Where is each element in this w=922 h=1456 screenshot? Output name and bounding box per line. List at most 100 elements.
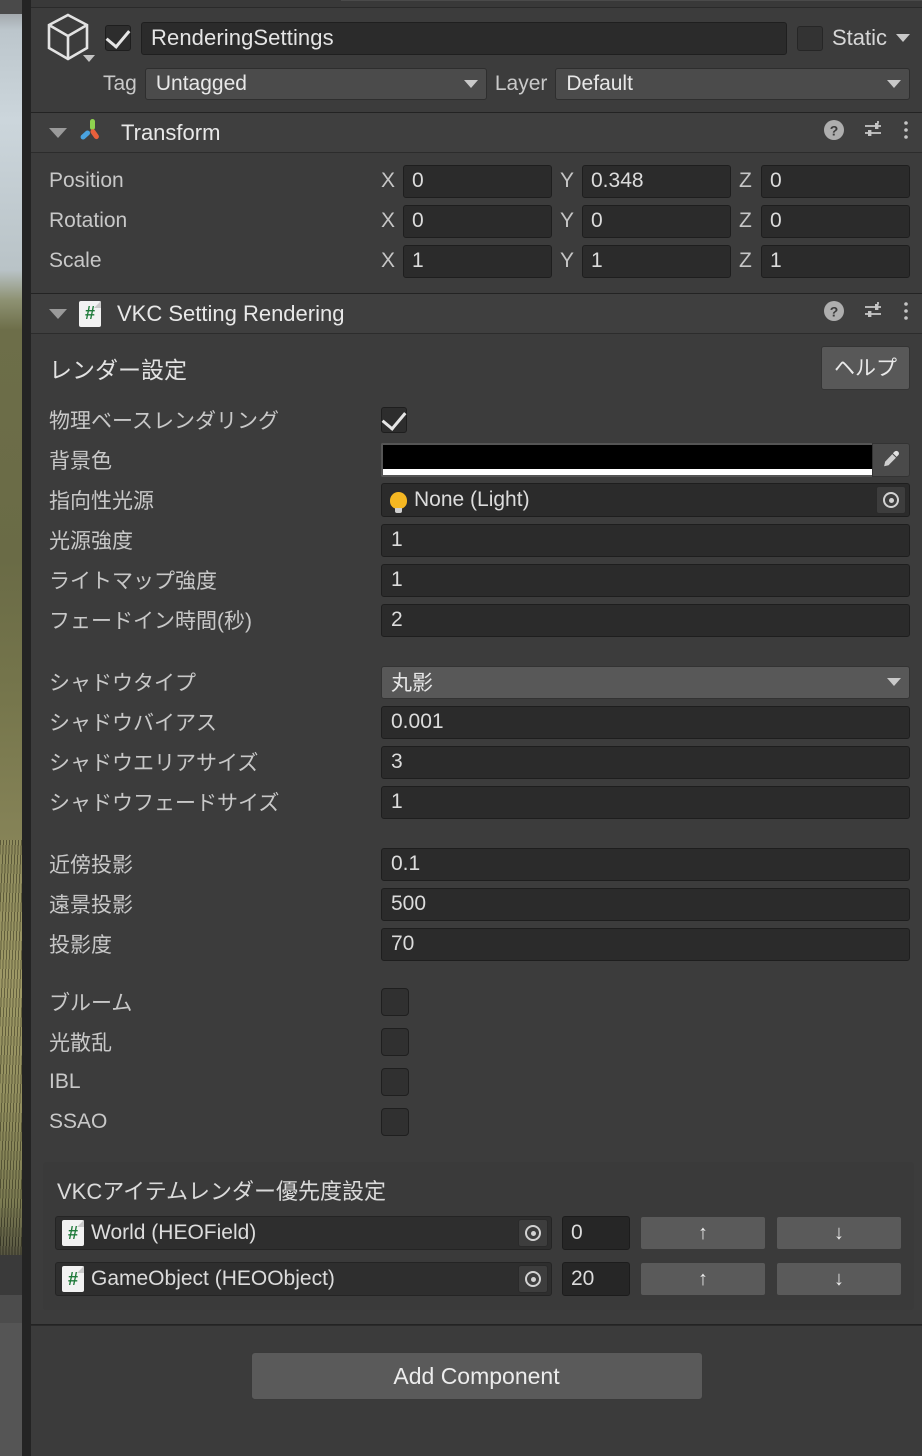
foldout-triangle-icon[interactable] xyxy=(49,128,67,138)
gameobject-header: RenderingSettings Static Tag Untagged La… xyxy=(31,8,922,113)
fade-in-input[interactable]: 2 xyxy=(381,604,910,637)
near-clip-row: 近傍投影 0.1 xyxy=(49,844,910,884)
spacer xyxy=(49,640,910,662)
layer-dropdown[interactable]: Default xyxy=(555,68,910,100)
priority-value-input[interactable]: 20 xyxy=(562,1262,630,1296)
move-up-button[interactable]: ↑ xyxy=(640,1262,766,1296)
bg-color-alpha-bar xyxy=(383,469,872,475)
help-button[interactable]: ヘルプ xyxy=(821,346,910,390)
pbr-label: 物理ベースレンダリング xyxy=(49,405,381,435)
shadow-bias-label: シャドウバイアス xyxy=(49,707,381,737)
bg-color-row: 背景色 xyxy=(49,440,910,480)
ibl-row: IBL xyxy=(49,1062,910,1102)
rotation-label: Rotation xyxy=(49,209,381,233)
shadow-bias-input[interactable]: 0.001 xyxy=(381,706,910,739)
shadow-type-value: 丸影 xyxy=(391,667,433,697)
fov-label: 投影度 xyxy=(49,929,381,959)
bloom-checkbox[interactable] xyxy=(381,988,409,1016)
directional-light-object-field[interactable]: None (Light) xyxy=(381,483,910,517)
move-up-button[interactable]: ↑ xyxy=(640,1216,766,1250)
gameobject-active-checkbox[interactable] xyxy=(105,25,131,51)
vkc-title: VKC Setting Rendering xyxy=(117,301,822,327)
position-z-input[interactable]: 0 xyxy=(761,165,910,198)
shadow-area-size-input[interactable]: 3 xyxy=(381,746,910,779)
layer-value: Default xyxy=(566,72,633,96)
help-icon[interactable]: ? xyxy=(822,299,846,328)
axis-z-label: Z xyxy=(739,169,761,193)
gameobject-name-input[interactable]: RenderingSettings xyxy=(141,22,787,55)
scene-view-edge xyxy=(0,0,22,1456)
ssao-checkbox[interactable] xyxy=(381,1108,409,1136)
scale-y-input[interactable]: 1 xyxy=(582,245,731,278)
ssao-row: SSAO xyxy=(49,1102,910,1142)
chevron-down-icon xyxy=(887,80,901,88)
tag-dropdown[interactable]: Untagged xyxy=(145,68,487,100)
far-clip-row: 遠景投影 500 xyxy=(49,884,910,924)
static-checkbox[interactable] xyxy=(797,26,823,51)
light-scatter-row: 光散乱 xyxy=(49,1022,910,1062)
fade-in-row: フェードイン時間(秒) 2 xyxy=(49,600,910,640)
priority-object-name: GameObject (HEOObject) xyxy=(91,1267,511,1291)
pbr-row: 物理ベースレンダリング xyxy=(49,400,910,440)
far-clip-input[interactable]: 500 xyxy=(381,888,910,921)
spacer xyxy=(49,822,910,844)
preset-settings-icon[interactable] xyxy=(862,118,886,147)
foldout-triangle-icon[interactable] xyxy=(49,309,67,319)
object-picker-icon[interactable] xyxy=(518,1219,548,1247)
fov-row: 投影度 70 xyxy=(49,924,910,964)
light-intensity-input[interactable]: 1 xyxy=(381,524,910,557)
light-scatter-label: 光散乱 xyxy=(49,1027,381,1057)
position-y-input[interactable]: 0.348 xyxy=(582,165,731,198)
move-down-button[interactable]: ↓ xyxy=(776,1216,902,1250)
lightmap-intensity-input[interactable]: 1 xyxy=(381,564,910,597)
shadow-type-dropdown[interactable]: 丸影 xyxy=(381,666,910,699)
shadow-fade-size-input[interactable]: 1 xyxy=(381,786,910,819)
ibl-checkbox[interactable] xyxy=(381,1068,409,1096)
priority-object-field[interactable]: # World (HEOField) xyxy=(55,1216,552,1250)
more-options-icon[interactable] xyxy=(902,118,910,147)
shadow-fade-size-row: シャドウフェードサイズ 1 xyxy=(49,782,910,822)
more-options-icon[interactable] xyxy=(902,299,910,328)
eyedropper-icon[interactable] xyxy=(872,443,910,477)
axis-x-label: X xyxy=(381,209,403,233)
directional-light-label: 指向性光源 xyxy=(49,485,381,515)
bg-color-swatch[interactable] xyxy=(381,443,872,477)
priority-list-item: # World (HEOField) 0 ↑ ↓ xyxy=(55,1216,902,1250)
inspector-tab-sliver xyxy=(31,0,922,8)
rotation-y-input[interactable]: 0 xyxy=(582,205,731,238)
transform-row-scale: Scale X 1 Y 1 Z 1 xyxy=(49,241,910,281)
priority-object-field[interactable]: # GameObject (HEOObject) xyxy=(55,1262,552,1296)
shadow-area-size-label: シャドウエリアサイズ xyxy=(49,747,381,777)
preset-settings-icon[interactable] xyxy=(862,299,886,328)
pbr-checkbox[interactable] xyxy=(381,407,407,433)
transform-header[interactable]: Transform ? xyxy=(31,113,922,153)
vkc-header[interactable]: # VKC Setting Rendering ? xyxy=(31,294,922,334)
tag-value: Untagged xyxy=(156,72,247,96)
near-clip-label: 近傍投影 xyxy=(49,849,381,879)
rotation-z-input[interactable]: 0 xyxy=(761,205,910,238)
move-down-button[interactable]: ↓ xyxy=(776,1262,902,1296)
rotation-x-input[interactable]: 0 xyxy=(403,205,552,238)
render-settings-title: レンダー設定 xyxy=(49,351,187,385)
cube-icon[interactable] xyxy=(41,12,95,64)
add-component-button[interactable]: Add Component xyxy=(251,1352,703,1400)
add-component-area: Add Component xyxy=(31,1325,922,1456)
scale-label: Scale xyxy=(49,249,381,273)
near-clip-input[interactable]: 0.1 xyxy=(381,848,910,881)
help-icon[interactable]: ? xyxy=(822,118,846,147)
axis-x-label: X xyxy=(381,249,403,273)
cube-dropdown-caret-icon[interactable] xyxy=(83,55,95,62)
fov-input[interactable]: 70 xyxy=(381,928,910,961)
script-icon: # xyxy=(62,1220,84,1246)
priority-value-input[interactable]: 0 xyxy=(562,1216,630,1250)
scale-x-input[interactable]: 1 xyxy=(403,245,552,278)
axis-x-label: X xyxy=(381,169,403,193)
transform-row-position: Position X 0 Y 0.348 Z 0 xyxy=(49,161,910,201)
object-picker-icon[interactable] xyxy=(876,486,906,514)
scale-z-input[interactable]: 1 xyxy=(761,245,910,278)
static-dropdown-caret-icon[interactable] xyxy=(896,34,910,42)
position-x-input[interactable]: 0 xyxy=(403,165,552,198)
light-scatter-checkbox[interactable] xyxy=(381,1028,409,1056)
axis-y-label: Y xyxy=(560,169,582,193)
object-picker-icon[interactable] xyxy=(518,1265,548,1293)
